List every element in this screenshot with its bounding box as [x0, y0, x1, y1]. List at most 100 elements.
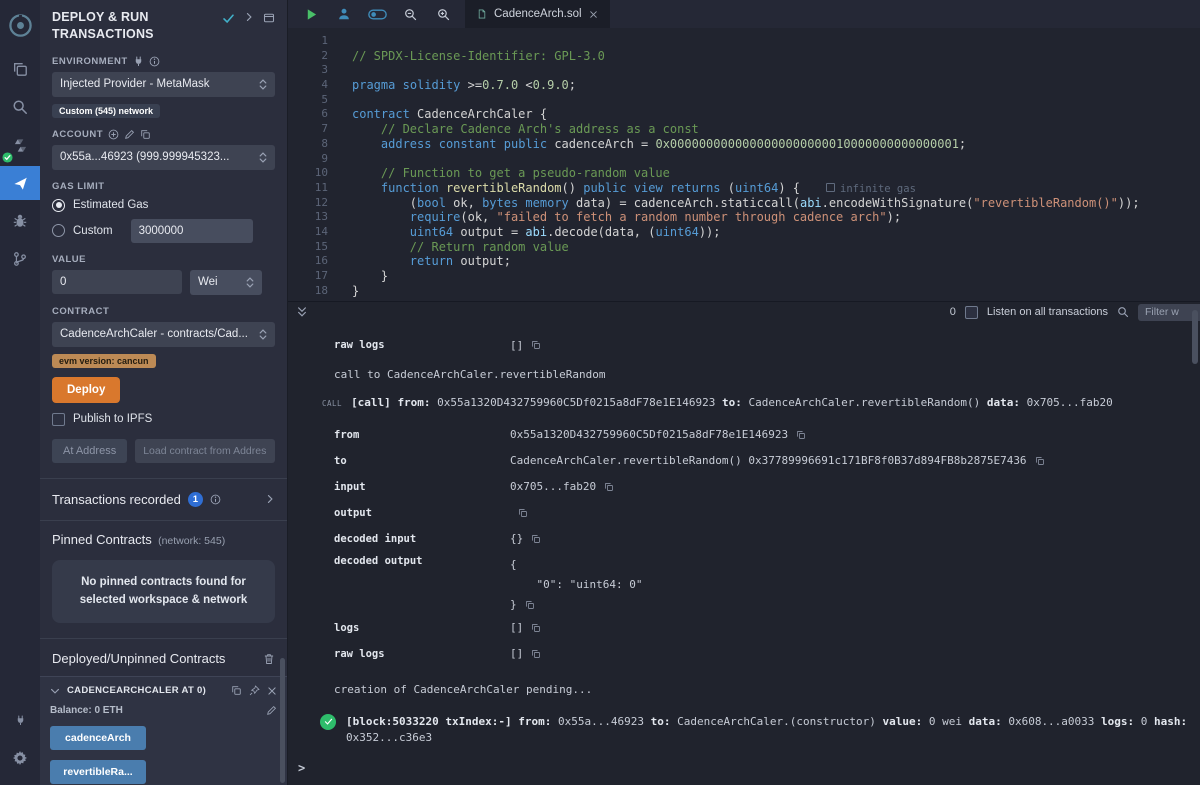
- code-line-1[interactable]: 1: [288, 34, 1200, 49]
- solidity-compiler-icon[interactable]: [0, 128, 40, 162]
- close-tab-icon[interactable]: [589, 10, 598, 19]
- custom-gas-radio[interactable]: [52, 224, 65, 237]
- copy-icon[interactable]: [1035, 456, 1045, 466]
- code-line-17[interactable]: 17 }: [288, 269, 1200, 284]
- copy-icon[interactable]: [531, 340, 541, 350]
- tx-detail-row: decoded output{ "0": "uint64: 0"}: [288, 552, 1200, 615]
- git-icon[interactable]: [0, 242, 40, 276]
- publish-ipfs-checkbox[interactable]: [52, 413, 65, 426]
- expand-transactions-icon[interactable]: [265, 494, 275, 504]
- settings-icon[interactable]: [0, 741, 40, 775]
- tx-detail-row: from0x55a1320D432759960C5Df0215a8dF78e1E…: [288, 422, 1200, 448]
- value-input[interactable]: [52, 270, 182, 294]
- terminal-scrollbar[interactable]: [1192, 310, 1198, 364]
- code-line-16[interactable]: 16 return output;: [288, 254, 1200, 269]
- deploy-and-run-icon[interactable]: [0, 166, 40, 200]
- ai-assistant-icon[interactable]: [334, 4, 354, 24]
- copy-account-icon[interactable]: [140, 129, 151, 140]
- code-line-7[interactable]: 7 // Declare Cadence Arch's address as a…: [288, 122, 1200, 137]
- value-unit-select[interactable]: Wei: [190, 270, 262, 295]
- value-line: {: [510, 555, 517, 575]
- listen-all-checkbox[interactable]: [965, 306, 978, 319]
- code-line-13[interactable]: 13 require(ok, "failed to fetch a random…: [288, 210, 1200, 225]
- collapse-contract-icon[interactable]: [50, 686, 60, 696]
- line-number: 10: [288, 166, 328, 181]
- code-line-4[interactable]: 4pragma solidity >=0.7.0 <0.9.0;: [288, 78, 1200, 93]
- code-line-11[interactable]: 11 function revertibleRandom() public vi…: [288, 181, 1200, 196]
- code-line-5[interactable]: 5: [288, 93, 1200, 108]
- clear-contracts-icon[interactable]: [263, 653, 275, 665]
- line-number: 2: [288, 49, 328, 64]
- deploy-run-panel: DEPLOY & RUN TRANSACTIONS ENVIRONMENT In…: [40, 0, 288, 785]
- contract-call-button-cadenceArch[interactable]: cadenceArch: [50, 726, 146, 750]
- edit-balance-icon[interactable]: [266, 705, 277, 716]
- call-prefix: call: [322, 399, 342, 408]
- create-account-icon[interactable]: [108, 129, 119, 140]
- debugger-icon[interactable]: [0, 204, 40, 238]
- info-icon[interactable]: [210, 494, 221, 505]
- code-line-8[interactable]: 8 address constant public cadenceArch = …: [288, 137, 1200, 152]
- panel-scrollbar[interactable]: [280, 658, 285, 783]
- at-address-button[interactable]: At Address: [52, 439, 127, 463]
- code-editor[interactable]: 12// SPDX-License-Identifier: GPL-3.034p…: [288, 28, 1200, 298]
- block-log-line[interactable]: [block:5033220 txIndex:-] from: 0x55a...…: [288, 714, 1200, 747]
- code-text: // Return random value: [328, 240, 569, 255]
- copy-icon[interactable]: [796, 430, 806, 440]
- custom-gas-option[interactable]: Custom: [52, 219, 275, 243]
- pinned-network-text: (network: 545): [158, 535, 225, 547]
- remix-logo[interactable]: [0, 6, 40, 44]
- code-line-6[interactable]: 6contract CadenceArchCaler {: [288, 107, 1200, 122]
- deploy-button[interactable]: Deploy: [52, 377, 120, 403]
- zoom-in-icon[interactable]: [433, 4, 453, 24]
- account-select[interactable]: 0x55a...46923 (999.999945323...: [52, 145, 275, 170]
- pinned-contracts-title: Pinned Contracts (network: 545): [52, 532, 275, 547]
- contract-call-button-revertibleRa[interactable]: revertibleRa...: [50, 760, 146, 784]
- line-number: 5: [288, 93, 328, 108]
- code-line-10[interactable]: 10 // Function to get a pseudo-random va…: [288, 166, 1200, 181]
- success-check-icon: [320, 714, 336, 730]
- expand-terminal-icon[interactable]: [296, 306, 308, 318]
- copy-icon[interactable]: [604, 482, 614, 492]
- copy-icon[interactable]: [518, 508, 528, 518]
- code-line-9[interactable]: 9: [288, 152, 1200, 167]
- plugin-manager-icon[interactable]: [0, 703, 40, 737]
- run-script-icon[interactable]: [301, 4, 321, 24]
- chevron-right-icon[interactable]: [244, 12, 254, 22]
- code-text: function revertibleRandom() public view …: [328, 181, 916, 196]
- value-text: []: [510, 339, 523, 352]
- copy-icon[interactable]: [525, 600, 535, 610]
- code-line-15[interactable]: 15 // Return random value: [288, 240, 1200, 255]
- info-icon[interactable]: [149, 56, 160, 67]
- pin-contract-icon[interactable]: [249, 685, 260, 696]
- tab-cadencearch-sol[interactable]: CadenceArch.sol: [465, 0, 610, 28]
- remove-contract-icon[interactable]: [267, 686, 277, 696]
- copy-address-icon[interactable]: [231, 685, 242, 696]
- detail-key: raw logs: [334, 339, 510, 351]
- file-explorer-icon[interactable]: [0, 52, 40, 86]
- code-text: // SPDX-License-Identifier: GPL-3.0: [328, 49, 605, 64]
- copilot-toggle[interactable]: [367, 4, 387, 24]
- call-log-line[interactable]: call[call] from: 0x55a1320D432759960C5Df…: [288, 395, 1200, 412]
- copy-icon[interactable]: [531, 623, 541, 633]
- zoom-out-icon[interactable]: [400, 4, 420, 24]
- code-line-18[interactable]: 18}: [288, 284, 1200, 299]
- terminal-prompt[interactable]: >: [288, 761, 1200, 775]
- contract-select[interactable]: CadenceArchCaler - contracts/Cad...: [52, 322, 275, 347]
- estimated-gas-option[interactable]: Estimated Gas: [52, 199, 275, 212]
- custom-gas-input[interactable]: [131, 219, 253, 243]
- tx-detail-row: input0x705...fab20: [288, 474, 1200, 500]
- environment-select[interactable]: Injected Provider - MetaMask: [52, 72, 275, 97]
- code-line-2[interactable]: 2// SPDX-License-Identifier: GPL-3.0: [288, 49, 1200, 64]
- copy-icon[interactable]: [531, 534, 541, 544]
- pin-panel-icon[interactable]: [263, 12, 275, 24]
- search-icon[interactable]: [0, 90, 40, 124]
- code-line-3[interactable]: 3: [288, 63, 1200, 78]
- at-address-input[interactable]: [135, 439, 275, 463]
- sign-message-icon[interactable]: [124, 129, 135, 140]
- code-line-14[interactable]: 14 uint64 output = abi.decode(data, (uin…: [288, 225, 1200, 240]
- copy-icon[interactable]: [531, 649, 541, 659]
- code-line-12[interactable]: 12 (bool ok, bytes memory data) = cadenc…: [288, 196, 1200, 211]
- filter-input[interactable]: [1138, 304, 1200, 321]
- estimated-gas-radio[interactable]: [52, 199, 65, 212]
- search-icon[interactable]: [1117, 306, 1129, 318]
